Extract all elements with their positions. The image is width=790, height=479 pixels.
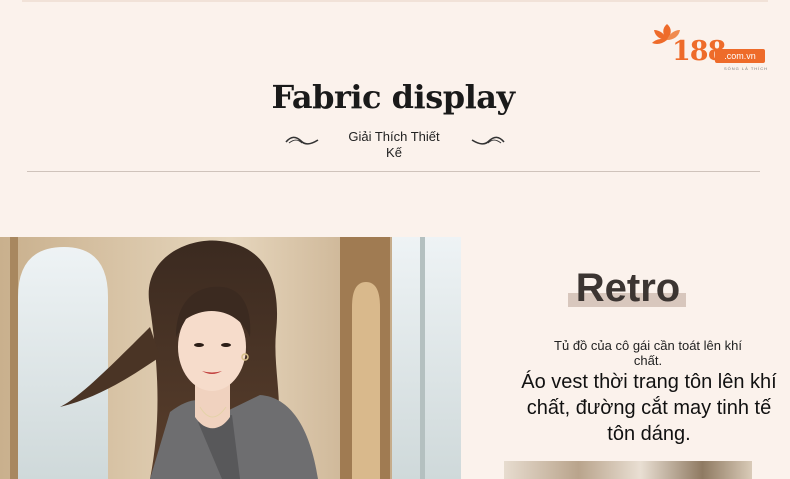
- header-divider: [27, 171, 760, 172]
- brand-logo[interactable]: 188 .com.vn SỐNG LÀ THÍCH: [652, 24, 772, 71]
- page-title: Fabric display: [271, 78, 515, 116]
- swirl-ornament-left-icon: [285, 136, 319, 145]
- feature-tagline: Tủ đồ của cô gái cần toát lên khí chất.: [554, 338, 742, 368]
- swirl-ornament-right-icon: [471, 136, 505, 145]
- logo-tagline: SỐNG LÀ THÍCH: [724, 66, 769, 71]
- logo-domain: .com.vn: [715, 49, 765, 63]
- style-label: Retro: [575, 266, 681, 310]
- model-photo: [0, 237, 461, 479]
- page-subtitle: Giải Thích Thiết Kế: [348, 129, 440, 160]
- top-border-strip: [22, 0, 768, 2]
- secondary-photo-thumbnail: [504, 461, 752, 479]
- subtitle-block: Giải Thích Thiết Kế: [285, 128, 505, 166]
- feature-description: Áo vest thời trang tôn lên khí chất, đườ…: [521, 371, 777, 445]
